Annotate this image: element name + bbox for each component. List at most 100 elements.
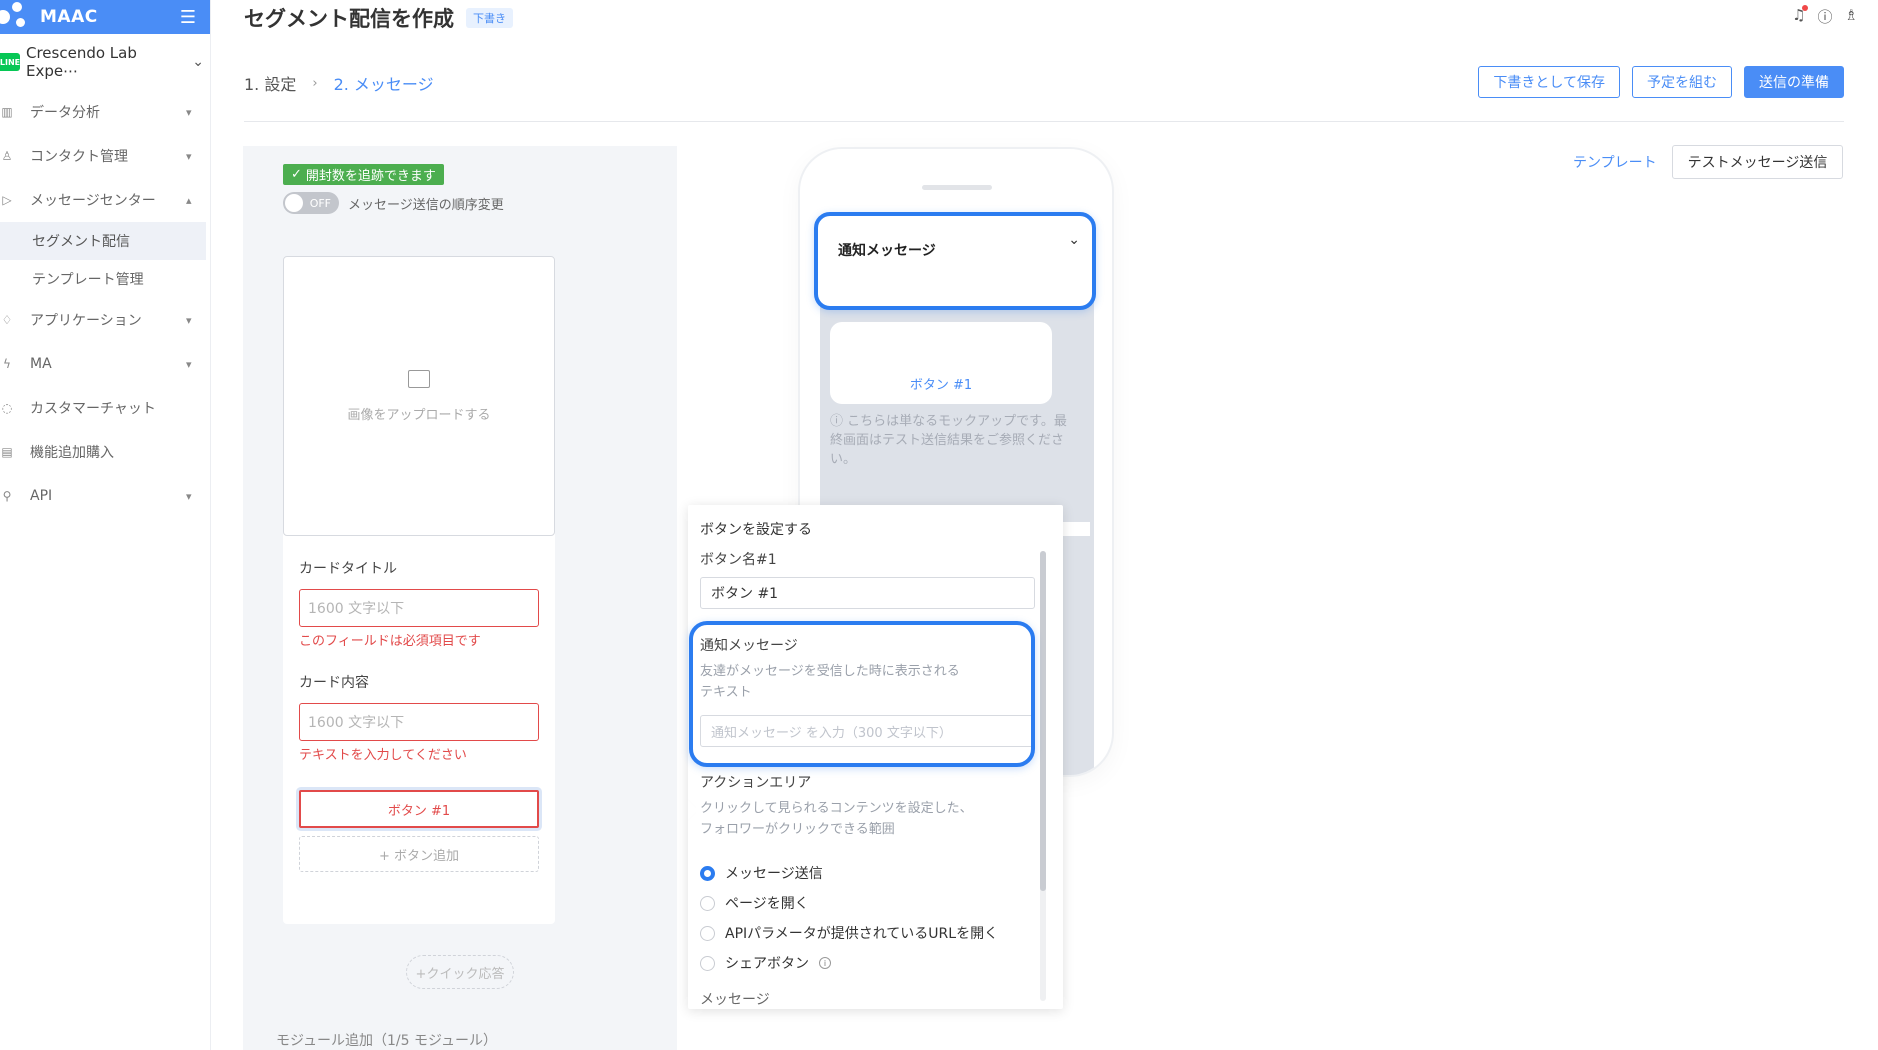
- sidebar-subitem-template[interactable]: テンプレート管理: [0, 260, 210, 298]
- maac-logo: [0, 0, 34, 34]
- link-icon: ⚲: [2, 489, 12, 503]
- radio-label: メッセージ送信: [725, 866, 823, 882]
- order-toggle[interactable]: OFF: [283, 192, 339, 214]
- sidebar-subitem-segment[interactable]: セグメント配信: [0, 222, 206, 260]
- person-icon: ♙: [1, 149, 13, 163]
- sidebar-item-label: API: [30, 488, 53, 504]
- mockup-note-text: こちらは単なるモックアップです。最終画面はテスト送信結果をご参照ください。: [830, 414, 1067, 467]
- card-title-input[interactable]: 1600 文字以下: [299, 589, 539, 627]
- sidebar-item-message-center[interactable]: ▷ メッセージセンター ▴: [0, 178, 210, 222]
- preview-bubble: ボタン #1: [830, 322, 1052, 404]
- sidebar-item-label: メッセージセンター: [30, 193, 156, 209]
- sidebar: MAAC ☰ LINE Crescendo Lab Expe⋯ ⌄ ▥ データ分…: [0, 0, 211, 1050]
- radio-share-button[interactable]: シェアボタン i: [700, 953, 831, 973]
- toggle-state: OFF: [309, 196, 331, 210]
- bolt-icon: ϟ: [3, 357, 11, 371]
- check-circle-icon: ✓: [291, 167, 302, 182]
- radio-dot: [700, 865, 715, 881]
- save-draft-button[interactable]: 下書きとして保存: [1478, 66, 1620, 98]
- button-name-input[interactable]: ボタン #1: [700, 577, 1035, 609]
- action-help-line: クリックして見られるコンテンツを設定した、: [700, 801, 973, 816]
- breadcrumb: 1. 設定 › 2. メッセージ: [244, 71, 434, 95]
- help-icon[interactable]: ⓘ: [1818, 6, 1833, 27]
- bell-icon[interactable]: ♫: [1792, 5, 1808, 27]
- sidebar-item-applications[interactable]: ♢ アプリケーション ▾: [0, 298, 210, 342]
- editor-body: 画像をアップロードする カードタイトル 1600 文字以下 このフィールドは必須…: [243, 232, 677, 1050]
- preview-bubble-button: ボタン #1: [909, 378, 973, 393]
- info-icon[interactable]: i: [819, 957, 831, 969]
- test-send-button[interactable]: テストメッセージ送信: [1672, 145, 1843, 179]
- popover-cutoff-label: メッセージ: [700, 992, 770, 1008]
- line-badge: LINE: [0, 53, 20, 71]
- hamburger-icon[interactable]: ☰: [180, 7, 196, 28]
- brand-name: MAAC: [40, 7, 98, 27]
- template-link[interactable]: テンプレート: [1573, 152, 1657, 172]
- card-title-error: このフィールドは必須項目です: [299, 634, 481, 649]
- radio-label: APIパラメータが提供されているURLを開く: [725, 926, 999, 942]
- header-divider: [244, 121, 1844, 122]
- brand-bar: MAAC ☰: [0, 0, 210, 34]
- button-name-label: ボタン名#1: [700, 552, 777, 568]
- order-toggle-row: OFF メッセージ送信の順序変更: [283, 192, 504, 214]
- sidebar-item-label: カスタマーチャット: [30, 401, 156, 417]
- add-button[interactable]: + ボタン追加: [299, 836, 539, 872]
- notification-preview: 通知メッセージ ⌄: [814, 212, 1096, 310]
- sidebar-item-label: コンタクト管理: [30, 149, 128, 165]
- status-badge: 下書き: [466, 8, 513, 28]
- user-icon[interactable]: ♗: [1845, 6, 1858, 27]
- sidebar-item-label: データ分析: [30, 105, 100, 121]
- module-add-label: モジュール追加（1/5 モジュール）: [276, 1033, 498, 1049]
- popover-title: ボタンを設定する: [700, 522, 812, 538]
- image-upload[interactable]: 画像をアップロードする: [283, 256, 555, 536]
- phone-speaker: [922, 185, 992, 190]
- action-help-line: フォロワーがクリックできる範囲: [700, 822, 895, 837]
- chart-icon: ▥: [1, 105, 13, 119]
- upload-label: 画像をアップロードする: [347, 407, 491, 423]
- notification-preview-title: 通知メッセージ: [838, 243, 936, 259]
- breadcrumb-separator: ›: [312, 75, 318, 91]
- chevron-down-icon: ▾: [186, 149, 192, 163]
- quick-reply-button[interactable]: +クイック応答: [406, 955, 514, 989]
- sidebar-item-label: 機能追加購入: [30, 445, 114, 461]
- popover-scrollbar[interactable]: [1040, 551, 1046, 891]
- card-content-error: テキストを入力してください: [299, 748, 467, 763]
- step-message[interactable]: 2. メッセージ: [334, 71, 434, 95]
- sidebar-item-data-analysis[interactable]: ▥ データ分析 ▾: [0, 90, 210, 134]
- sidebar-item-label: MA: [30, 356, 52, 372]
- card-content-input[interactable]: 1600 文字以下: [299, 703, 539, 741]
- account-name: Crescendo Lab Expe⋯: [26, 44, 137, 80]
- chevron-up-icon: ▴: [186, 193, 192, 207]
- chevron-down-icon: ▾: [186, 105, 192, 119]
- action-area-label: アクションエリア: [700, 775, 812, 791]
- schedule-button[interactable]: 予定を組む: [1632, 66, 1732, 98]
- sidebar-item-ma[interactable]: ϟ MA ▾: [0, 342, 210, 386]
- send-icon: ▷: [2, 193, 12, 207]
- sidebar-item-addons[interactable]: ▤ 機能追加購入: [0, 430, 210, 474]
- radio-label: シェアボタン: [725, 956, 809, 972]
- open-tracking-badge: ✓ 開封数を追跡できます: [283, 164, 444, 185]
- radio-label: ページを開く: [725, 896, 809, 912]
- rocket-icon: ♢: [1, 313, 13, 327]
- sidebar-item-label: アプリケーション: [30, 313, 142, 329]
- card-title-label: カードタイトル: [299, 561, 397, 577]
- notification-highlight: [689, 621, 1035, 767]
- account-switcher[interactable]: LINE Crescendo Lab Expe⋯ ⌄: [0, 34, 210, 90]
- card-content-label: カード内容: [299, 675, 369, 691]
- page-title: セグメント配信を作成 下書き: [244, 3, 513, 33]
- sidebar-item-customer-chat[interactable]: ◌ カスタマーチャット: [0, 386, 210, 430]
- radio-open-api-url[interactable]: APIパラメータが提供されているURLを開く: [700, 923, 998, 943]
- message-editor: ✓ 開封数を追跡できます OFF メッセージ送信の順序変更 画像をアップロードす…: [243, 146, 677, 1050]
- chevron-down-icon: ▾: [186, 313, 192, 327]
- image-icon: [408, 369, 430, 388]
- step-settings[interactable]: 1. 設定: [244, 71, 296, 95]
- chevron-down-icon: ⌄: [1068, 232, 1080, 248]
- sidebar-item-api[interactable]: ⚲ API ▾: [0, 474, 210, 518]
- top-icons: ♫ ⓘ ♗: [1792, 5, 1858, 27]
- radio-open-page[interactable]: ページを開く: [700, 893, 809, 913]
- radio-dot: [700, 895, 715, 911]
- prepare-send-button[interactable]: 送信の準備: [1744, 66, 1844, 98]
- card-button-1[interactable]: ボタン #1: [299, 790, 539, 828]
- header-actions: 下書きとして保存 予定を組む 送信の準備: [1478, 66, 1844, 98]
- radio-send-message[interactable]: メッセージ送信: [700, 863, 823, 883]
- sidebar-item-contacts[interactable]: ♙ コンタクト管理 ▾: [0, 134, 210, 178]
